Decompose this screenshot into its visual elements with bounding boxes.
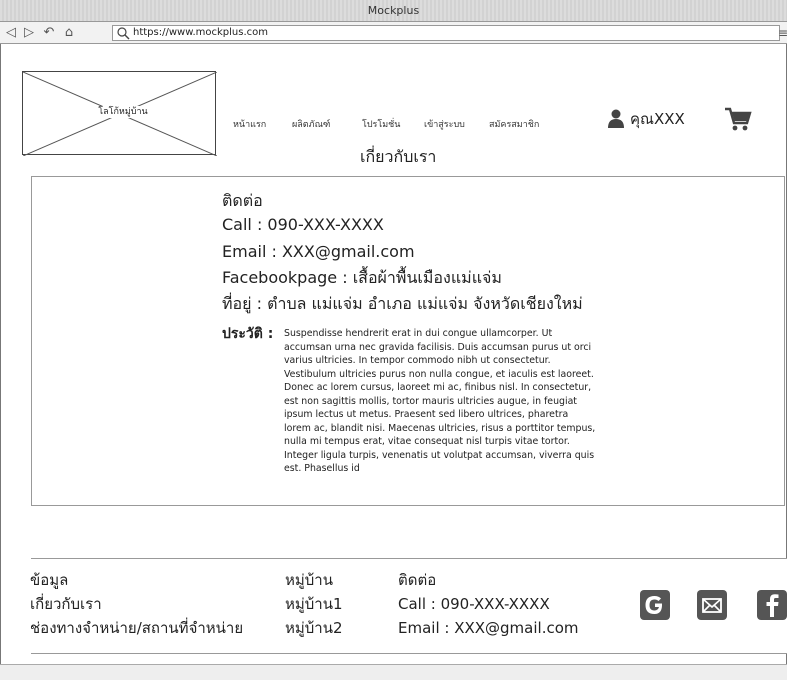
footer-col-contact: ติดต่อ Call : 090-XXX-XXXX Email : XXX@g… — [398, 568, 579, 640]
window-title: Mockplus — [0, 0, 787, 22]
url-input[interactable]: https://www.mockplus.com — [112, 25, 780, 41]
footer-heading-contact: ติดต่อ — [398, 571, 437, 589]
home-icon[interactable]: ⌂ — [62, 25, 76, 41]
google-icon[interactable] — [640, 590, 670, 620]
mail-icon[interactable] — [697, 590, 727, 620]
footer-call: Call : 090-XXX-XXXX — [398, 595, 550, 613]
footer-link-stores[interactable]: ช่องทางจำหน่าย/สถานที่จำหน่าย — [30, 616, 243, 640]
facebook-icon[interactable] — [757, 590, 787, 620]
nav-products[interactable]: ผลิตภัณฑ์ — [292, 117, 330, 131]
contact-heading: ติดต่อ — [222, 191, 263, 210]
footer-heading-village: หมู่บ้าน — [285, 571, 333, 589]
refresh-icon[interactable]: ↶ — [42, 25, 56, 41]
nav-home[interactable]: หน้าแรก — [233, 117, 266, 131]
logo-placeholder[interactable]: โลโก้หมู่บ้าน — [22, 71, 217, 156]
nav-promotions[interactable]: โปรโมชั่น — [362, 117, 400, 131]
contact-facebook: Facebookpage : เสื้อผ้าพื้นเมืองแม่แจ่ม — [222, 268, 502, 287]
status-bar — [0, 664, 787, 680]
footer-col-info: ข้อมูล เกี่ยวกับเรา ช่องทางจำหน่าย/สถานท… — [30, 568, 243, 640]
user-name[interactable]: คุณXXX — [630, 109, 685, 129]
logo-label: โลโก้หมู่บ้าน — [83, 106, 163, 118]
contact-address: ที่อยู่ : ตำบล แม่แจ่ม อำเภอ แม่แจ่ม จัง… — [222, 294, 583, 313]
footer-link-about[interactable]: เกี่ยวกับเรา — [30, 592, 243, 616]
footer-link-village2[interactable]: หมู่บ้าน2 — [285, 616, 343, 640]
page-title: เกี่ยวกับเรา — [360, 147, 437, 166]
footer-col-village: หมู่บ้าน หมู่บ้าน1 หมู่บ้าน2 — [285, 568, 343, 640]
contact-email: Email : XXX@gmail.com — [222, 242, 415, 261]
menu-icon[interactable]: ≡ — [778, 25, 787, 41]
history-text: Suspendisse hendrerit erat in dui congue… — [284, 328, 596, 474]
footer-heading-info: ข้อมูล — [30, 571, 69, 589]
contact-call: Call : 090-XXX-XXXX — [222, 215, 384, 234]
search-icon — [117, 27, 130, 40]
footer-link-village1[interactable]: หมู่บ้าน1 — [285, 592, 343, 616]
back-icon[interactable]: ◁ — [4, 25, 18, 41]
footer-email: Email : XXX@gmail.com — [398, 619, 579, 637]
user-icon[interactable] — [608, 108, 624, 128]
cart-icon[interactable] — [724, 105, 752, 133]
address-bar: ◁ ▷ ↶ ⌂ https://www.mockplus.com ≡ — [0, 22, 787, 44]
nav-login[interactable]: เข้าสู่ระบบ — [424, 117, 465, 131]
history-label: ประวัติ : — [222, 326, 274, 342]
nav-register[interactable]: สมัครสมาชิก — [489, 117, 539, 131]
forward-icon[interactable]: ▷ — [22, 25, 36, 41]
